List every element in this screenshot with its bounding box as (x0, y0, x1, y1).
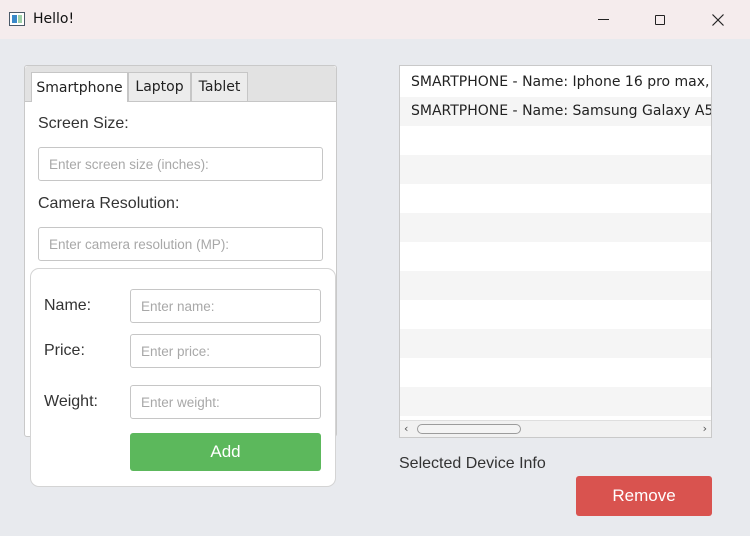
empty-list-row (400, 242, 711, 271)
empty-list-row (400, 358, 711, 387)
close-button[interactable] (695, 0, 741, 39)
minimize-button[interactable] (580, 0, 626, 39)
remove-button[interactable]: Remove (576, 476, 712, 516)
selected-device-info-label: Selected Device Info (399, 455, 546, 472)
window-title: Hello! (33, 11, 75, 27)
empty-list-row (400, 387, 711, 416)
empty-list-row (400, 329, 711, 358)
maximize-icon (655, 14, 665, 25)
price-label: Price: (44, 342, 85, 359)
empty-list-row (400, 271, 711, 300)
screen-size-input[interactable] (38, 147, 323, 181)
screen-size-label: Screen Size: (38, 115, 129, 132)
close-icon (712, 13, 724, 26)
empty-list-row (400, 300, 711, 329)
camera-resolution-input[interactable] (38, 227, 323, 261)
title-bar: Hello! (0, 0, 750, 39)
empty-list-row (400, 184, 711, 213)
tab-tablet[interactable]: Tablet (191, 72, 248, 101)
scroll-left-icon[interactable]: ‹ (404, 422, 408, 435)
price-input[interactable] (130, 334, 321, 368)
tab-laptop[interactable]: Laptop (128, 72, 191, 101)
scroll-right-icon[interactable]: › (703, 422, 707, 435)
empty-list-row (400, 126, 711, 155)
minimize-icon (597, 19, 609, 20)
name-input[interactable] (130, 289, 321, 323)
name-label: Name: (44, 297, 92, 314)
horizontal-scrollbar[interactable]: ‹ › (400, 420, 711, 437)
app-window-icon (9, 12, 25, 26)
camera-resolution-label: Camera Resolution: (38, 195, 180, 212)
empty-list-row (400, 213, 711, 242)
maximize-button[interactable] (637, 0, 683, 39)
weight-label: Weight: (44, 393, 98, 410)
tab-smartphone[interactable]: Smartphone (31, 72, 128, 102)
scrollbar-thumb[interactable] (417, 424, 521, 434)
list-item[interactable]: SMARTPHONE - Name: Samsung Galaxy A51, (400, 97, 711, 126)
empty-list-row (400, 155, 711, 184)
device-list[interactable]: SMARTPHONE - Name: Iphone 16 pro max, P … (399, 65, 712, 438)
list-item[interactable]: SMARTPHONE - Name: Iphone 16 pro max, P (400, 68, 711, 97)
tab-header: Smartphone Laptop Tablet (25, 66, 336, 102)
weight-input[interactable] (130, 385, 321, 419)
add-button[interactable]: Add (130, 433, 321, 471)
